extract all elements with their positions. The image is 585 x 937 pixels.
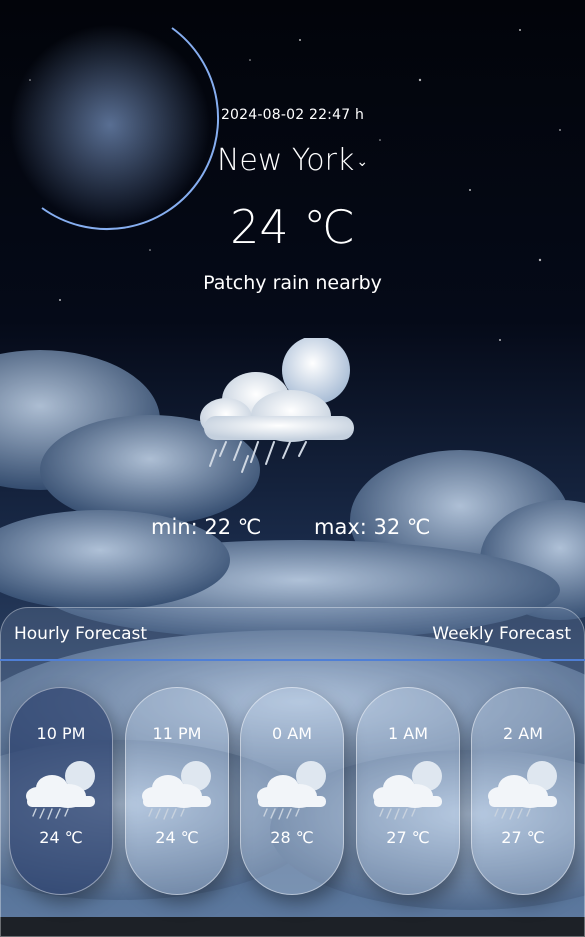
current-datetime: 2024-08-02 22:47 h [220, 107, 365, 123]
min-max-temperatures: min: 22 ℃ max: 32 ℃ [0, 515, 585, 541]
moon-cloud-rain-icon [26, 761, 95, 820]
max-temperature: max: 32 ℃ [314, 515, 431, 539]
moon-cloud-rain-icon [373, 761, 442, 820]
tab-divider [0, 659, 585, 661]
hourly-temperature: 27 ℃ [501, 828, 545, 847]
weather-condition: Patchy rain nearby [203, 272, 382, 294]
chevron-down-icon[interactable]: ⌄ [356, 154, 368, 170]
tab-hourly-forecast[interactable]: Hourly Forecast [14, 624, 147, 644]
moon-cloud-rain-icon [257, 761, 326, 820]
hourly-time: 2 AM [502, 724, 543, 743]
hourly-card[interactable]: 10 PM 24 ℃ [9, 687, 113, 895]
hourly-temperature: 28 ℃ [270, 828, 314, 847]
hourly-card[interactable]: 0 AM 28 ℃ [240, 687, 344, 895]
tab-weekly-forecast[interactable]: Weekly Forecast [432, 624, 571, 644]
moon-cloud-rain-icon [488, 761, 557, 820]
hourly-time: 0 AM [271, 724, 312, 743]
hourly-card[interactable]: 2 AM 27 ℃ [471, 687, 575, 895]
city-name[interactable]: New York [217, 143, 354, 178]
moon-cloud-rain-icon [142, 761, 211, 820]
hourly-card[interactable]: 1 AM 27 ℃ [356, 687, 460, 895]
hourly-time: 1 AM [387, 724, 428, 743]
hourly-time: 11 PM [152, 724, 202, 743]
city-selector[interactable]: New York ⌄ [0, 143, 585, 178]
hourly-temperature: 27 ℃ [386, 828, 430, 847]
moon-cloud-rain-icon [200, 338, 354, 473]
hourly-temperature: 24 ℃ [39, 828, 83, 847]
hourly-time: 10 PM [36, 724, 86, 743]
hourly-temperature: 24 ℃ [155, 828, 199, 847]
current-temperature: 24 ℃ [230, 200, 355, 254]
hourly-card[interactable]: 11 PM 24 ℃ [125, 687, 229, 895]
min-temperature: min: 22 ℃ [151, 515, 262, 539]
